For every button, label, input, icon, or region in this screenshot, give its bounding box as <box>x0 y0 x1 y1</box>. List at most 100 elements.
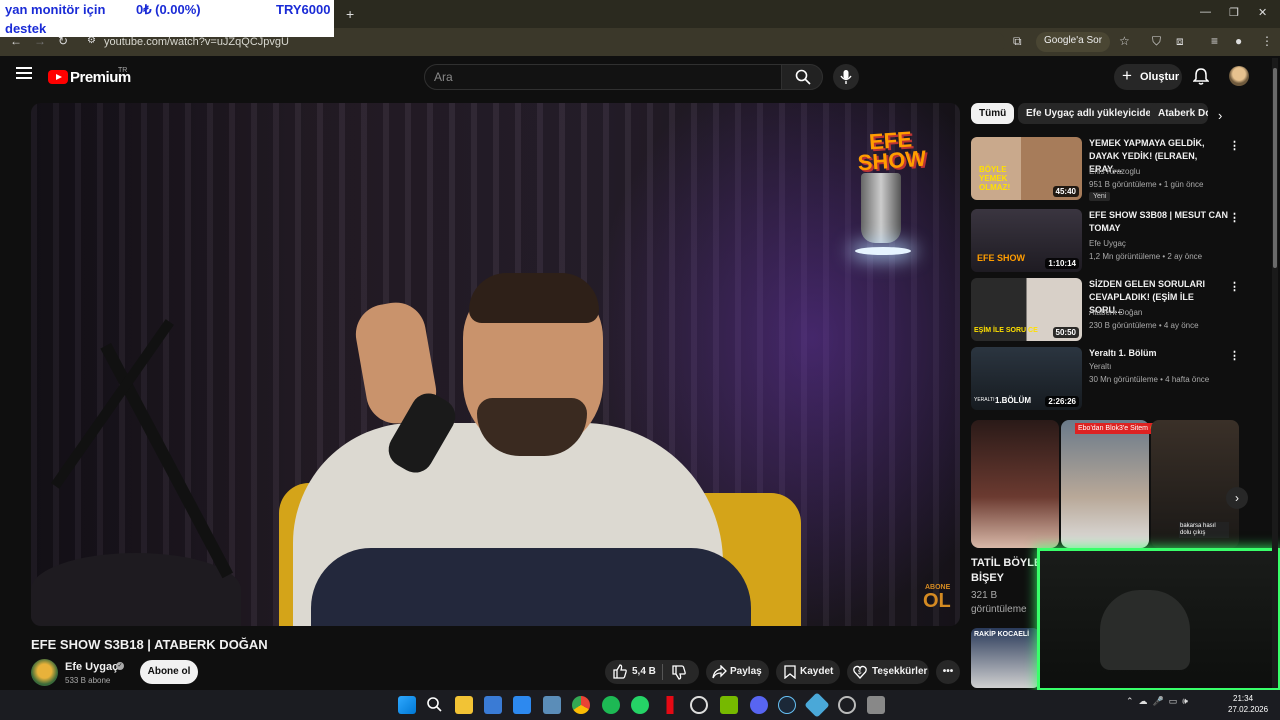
bookmark-star-icon[interactable]: ☆ <box>1119 34 1130 48</box>
system-tray-icons[interactable]: ⌃ ☁ 🎤 ▭ 🕪 <box>1126 696 1188 707</box>
recommendation-item[interactable]: BÖYLE YEMEK OLMAZ! 45:40 YEMEK YAPMAYA G… <box>971 137 1241 203</box>
chip-all[interactable]: Tümü <box>971 103 1015 124</box>
search-input[interactable] <box>424 64 782 90</box>
donation-amount: 0₺ (0.00%) <box>136 2 201 17</box>
short-thumbnail[interactable] <box>1061 420 1149 548</box>
thumbs-down-icon[interactable] <box>672 665 686 680</box>
thanks-label: Teşekkürler <box>872 666 928 677</box>
notification-bell-icon[interactable] <box>1193 68 1209 86</box>
recommendation-channel[interactable]: Enis Kirazoglu <box>1089 167 1140 176</box>
chip-related-channel[interactable]: Ataberk Doğan <box>1150 103 1208 124</box>
recommendation-title[interactable]: EFE SHOW S3B08 | MESUT CAN TOMAY <box>1089 209 1229 235</box>
scrollbar-thumb[interactable] <box>1273 68 1277 268</box>
like-divider <box>662 664 663 680</box>
google-sor-label: Google'a Sor <box>1044 35 1103 46</box>
account-avatar[interactable] <box>1229 66 1249 86</box>
short-caption-3: bakarsa hasıl dolu çıkış <box>1179 522 1229 538</box>
share-label: Paylaş <box>730 666 762 677</box>
video-duration: 2:26:26 <box>1045 396 1079 407</box>
video-thumbnail[interactable]: RAKİP KOCAELİ <box>971 628 1039 688</box>
youtube-logo-icon[interactable] <box>48 70 68 84</box>
recommendation-title[interactable]: Yeraltı 1. Bölüm <box>1089 347 1229 360</box>
obs-icon[interactable] <box>690 696 708 714</box>
minimize-button[interactable]: — <box>1200 6 1211 18</box>
short-thumbnail[interactable] <box>971 420 1059 548</box>
donation-target: TRY6000 <box>276 2 331 17</box>
discord-icon[interactable] <box>750 696 768 714</box>
reading-list-icon[interactable]: ≡ <box>1211 34 1218 48</box>
url-text[interactable]: youtube.com/watch?v=uJZqQCJpvgU <box>104 36 289 48</box>
more-vert-icon[interactable]: ⋮ <box>1229 349 1240 362</box>
recommendation-item[interactable]: EFE SHOW 1:10:14 EFE SHOW S3B08 | MESUT … <box>971 209 1241 275</box>
chevron-right-icon[interactable]: › <box>1218 108 1222 123</box>
steam-icon[interactable] <box>778 696 796 714</box>
netflix-icon[interactable] <box>661 696 679 714</box>
short-thumbnail[interactable]: bakarsa hasıl dolu çıkış <box>1151 420 1239 548</box>
app-icon[interactable] <box>484 696 502 714</box>
video-thumbnail[interactable]: EŞİM İLE SORU CE 50:50 <box>971 278 1082 341</box>
create-label: Oluştur <box>1140 71 1180 83</box>
subscriber-count: 533 B abone <box>65 676 111 685</box>
microphone-icon <box>840 70 852 84</box>
close-window-button[interactable]: ✕ <box>1258 6 1267 19</box>
maximize-button[interactable]: ❐ <box>1229 6 1239 19</box>
new-tab-button[interactable]: + <box>346 6 354 22</box>
app-icon[interactable] <box>838 696 856 714</box>
video-player[interactable]: EFE SHOW ABONE OL <box>31 103 960 626</box>
whatsapp-icon[interactable] <box>631 696 649 714</box>
video-thumbnail[interactable]: BÖYLE YEMEK OLMAZ! 45:40 <box>971 137 1082 200</box>
recommendation-meta: 230 B görüntüleme • 4 ay önce <box>1089 321 1199 330</box>
app-icon[interactable] <box>867 696 885 714</box>
chrome-icon[interactable] <box>572 696 590 714</box>
super-thanks-icon: $ <box>853 665 867 679</box>
efe-show-logo: EFE SHOW <box>856 127 927 176</box>
thumbnail-caption: EŞİM İLE SORU CE <box>974 327 1038 334</box>
more-vert-icon[interactable]: ⋮ <box>1229 211 1240 224</box>
channel-avatar[interactable] <box>31 659 58 686</box>
video-duration: 45:40 <box>1052 186 1079 197</box>
install-app-icon[interactable]: ⧉ <box>1013 34 1022 49</box>
shield-icon[interactable]: ⛉ <box>1152 34 1161 49</box>
recommendation-item[interactable]: EŞİM İLE SORU CE 50:50 SİZDEN GELEN SORU… <box>971 278 1241 344</box>
profile-icon[interactable]: ● <box>1235 34 1242 48</box>
extensions-icon[interactable]: ⧈ <box>1176 34 1184 49</box>
search-button[interactable] <box>781 64 823 90</box>
thumbnail-caption: 1.BÖLÜM <box>995 396 1031 405</box>
recommendation-channel[interactable]: Efe Uygaç <box>1089 239 1126 248</box>
short-title[interactable]: TATİL BÖYLE BİŞEY <box>971 556 1041 586</box>
video-lamp <box>861 173 901 243</box>
thumbnail-corner-text: YERALTI <box>974 397 995 403</box>
chip-from-uploader[interactable]: Efe Uygaç adlı yükleyiciden <box>1018 103 1166 124</box>
donation-goal-title-2: destek <box>5 21 47 36</box>
app-icon[interactable] <box>543 696 561 714</box>
recommendation-channel[interactable]: Yeraltı <box>1089 362 1111 371</box>
subscribe-button[interactable]: Abone ol <box>140 660 198 684</box>
windows-start-icon[interactable] <box>398 696 416 714</box>
nvidia-icon[interactable] <box>720 696 738 714</box>
video-thumbnail[interactable]: EFE SHOW 1:10:14 <box>971 209 1082 272</box>
more-vert-icon[interactable]: ⋮ <box>1229 280 1240 293</box>
channel-name[interactable]: Efe Uygaç <box>65 661 118 673</box>
spotify-icon[interactable] <box>602 696 620 714</box>
photos-icon[interactable] <box>513 696 531 714</box>
thumbs-up-icon <box>613 664 627 679</box>
recommendation-meta: 30 Mn görüntüleme • 4 hafta önce <box>1089 375 1210 384</box>
clock-time[interactable]: 21:34 <box>1233 694 1253 703</box>
recommendation-channel[interactable]: Ataberk Doğan <box>1089 308 1142 317</box>
google-sor-button[interactable]: Google'a Sor <box>1036 32 1111 52</box>
video-thumbnail[interactable]: YERALTI 1.BÖLÜM 2:26:26 <box>971 347 1082 410</box>
short-title-line1: TATİL BÖYLE <box>971 557 1042 569</box>
voice-search-button[interactable] <box>833 64 859 90</box>
save-label: Kaydet <box>800 666 834 677</box>
clock-date[interactable]: 27.02.2026 <box>1228 705 1268 714</box>
video-duration: 1:10:14 <box>1045 258 1079 269</box>
taskbar-search-icon[interactable] <box>426 696 444 714</box>
chevron-right-icon[interactable]: › <box>1226 487 1248 509</box>
more-vert-icon[interactable]: ⋮ <box>1229 139 1240 152</box>
svg-text:$: $ <box>858 670 862 676</box>
browser-menu-icon[interactable]: ⋮ <box>1261 34 1273 48</box>
menu-icon[interactable] <box>16 67 32 79</box>
more-actions-button[interactable]: ••• <box>936 660 960 684</box>
file-explorer-icon[interactable] <box>455 696 473 714</box>
recommendation-item[interactable]: YERALTI 1.BÖLÜM 2:26:26 Yeraltı 1. Bölüm… <box>971 347 1241 413</box>
